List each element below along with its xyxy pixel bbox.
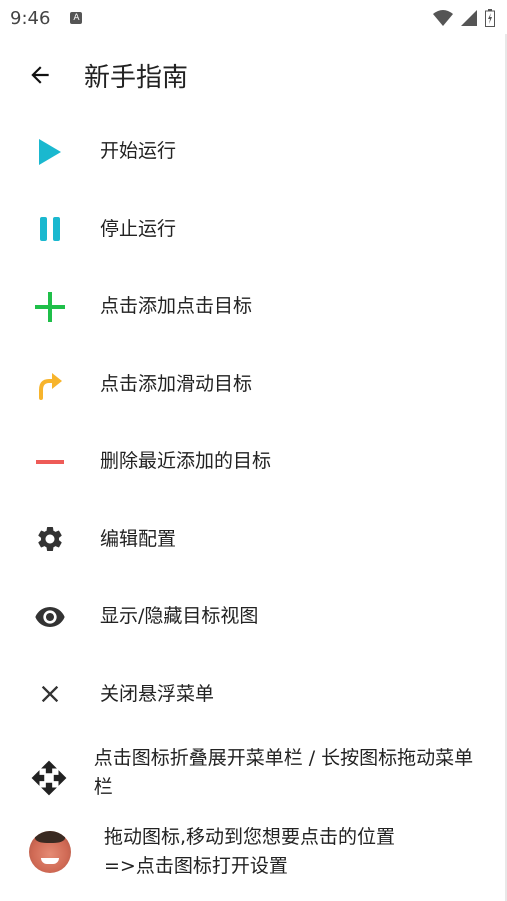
minus-icon: [36, 459, 64, 464]
guide-item-toggle-view: 显示/隐藏目标视图: [0, 578, 507, 656]
play-icon: [39, 138, 61, 165]
gear-icon: [38, 527, 62, 552]
guide-item-drag-icon: 拖动图标,移动到您想要点击的位置 =>点击图标打开设置: [0, 812, 507, 891]
guide-item-label: 编辑配置: [100, 527, 177, 550]
avatar-icon: [29, 830, 71, 873]
status-bar: 9:46 A: [0, 0, 507, 36]
guide-item-label: 显示/隐藏目标视图: [100, 605, 259, 628]
guide-item-label: 点击添加滑动目标: [100, 372, 253, 395]
app-bar: 新手指南: [0, 44, 507, 106]
status-time: 9:46: [10, 7, 51, 29]
guide-item-label: 点击添加点击目标: [100, 295, 253, 318]
notification-icon: A: [70, 12, 83, 24]
pause-icon: [40, 217, 60, 242]
back-arrow-icon: [31, 66, 49, 84]
guide-list: 开始运行 停止运行 点击添加点击目标 点击添加滑动目标 删除最近添加的目标 编辑…: [0, 113, 507, 891]
guide-item-label: 拖动图标,移动到您想要点击的位置 =>点击图标打开设置: [104, 825, 396, 877]
guide-item-add-click: 点击添加点击目标: [0, 268, 507, 346]
guide-item-add-swipe: 点击添加滑动目标: [0, 346, 507, 424]
plus-icon: [35, 291, 65, 322]
guide-item-label: 开始运行: [100, 140, 177, 163]
guide-item-label: 关闭悬浮菜单: [100, 682, 215, 705]
signal-icon: [461, 10, 477, 26]
guide-item-label: 删除最近添加的目标: [100, 450, 272, 473]
guide-item-start: 开始运行: [0, 113, 507, 191]
guide-item-label: 停止运行: [100, 217, 177, 240]
eye-icon: [35, 606, 65, 627]
guide-item-label: 点击图标折叠展开菜单栏 / 长按图标拖动菜单栏: [93, 746, 474, 798]
guide-item-edit-config: 编辑配置: [0, 501, 507, 579]
close-icon: [41, 686, 59, 703]
guide-item-move-menu: 点击图标折叠展开菜单栏 / 长按图标拖动菜单栏: [0, 733, 507, 812]
move-icon: [31, 760, 67, 795]
guide-item-close-menu: 关闭悬浮菜单: [0, 656, 507, 734]
page-title: 新手指南: [84, 62, 189, 93]
battery-icon: [485, 9, 495, 27]
wifi-icon: [433, 10, 453, 26]
back-button[interactable]: [12, 47, 68, 103]
guide-item-stop: 停止运行: [0, 191, 507, 269]
swipe-arrow-icon: [39, 373, 62, 401]
guide-item-delete: 删除最近添加的目标: [0, 423, 507, 501]
